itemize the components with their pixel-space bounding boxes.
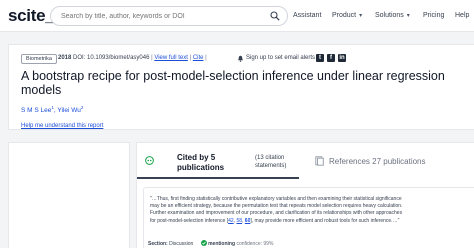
article-doi: DOI: 10.1093/biomet/asy046	[73, 55, 150, 61]
chevron-down-icon: ▾	[406, 13, 410, 19]
linkedin-icon[interactable]: in	[338, 54, 346, 62]
confidence-score: confidence: 99%	[236, 241, 274, 247]
search-input[interactable]	[50, 6, 288, 26]
quote-icon	[145, 156, 154, 165]
tab-cited-by[interactable]: Cited by 5 publications (13 citation sta…	[137, 143, 299, 179]
nav-solutions[interactable]: Solutions ▾	[375, 12, 410, 19]
reference-link[interactable]: 42	[228, 218, 234, 224]
facebook-icon[interactable]: f	[327, 54, 335, 62]
tab-references[interactable]: References 27 publications	[309, 143, 474, 179]
citations-panel: Cited by 5 publications (13 citation sta…	[136, 142, 474, 248]
meta-separator: |	[205, 55, 207, 61]
references-label: References 27 publications	[329, 157, 426, 166]
meta-separator: |	[189, 55, 192, 61]
publication-year: 2018	[58, 55, 72, 61]
snippet-text-end: , may provide more efficient and robust …	[251, 217, 400, 224]
section-value: Discussion	[169, 241, 194, 247]
citation-footer: Section: Discussion mentioning confidenc…	[148, 240, 273, 247]
citation-type: mentioning	[208, 241, 236, 247]
top-navigation-bar: scite_ Assistant Product▾ Solutions▾ Pri…	[0, 0, 474, 32]
nav-product[interactable]: Product ▾	[332, 12, 362, 19]
author-affiliation-number: 2	[80, 105, 84, 110]
twitter-icon[interactable]: t	[316, 54, 324, 62]
author-name[interactable]: Yilei Wu	[57, 107, 80, 114]
journal-badge[interactable]: Biometrika	[21, 54, 57, 64]
help-understand-report-link[interactable]: Help me understand this report	[21, 123, 103, 129]
reference-link[interactable]: 60	[245, 218, 251, 224]
nav-assistant[interactable]: Assistant	[293, 12, 321, 19]
nav-solutions-label: Solutions	[375, 12, 404, 19]
nav-pricing[interactable]: Pricing	[423, 12, 444, 19]
nav-product-label: Product	[332, 12, 357, 19]
author-name[interactable]: S M S Lee	[21, 107, 51, 114]
document-icon	[315, 156, 324, 166]
cite-link[interactable]: Cite	[193, 55, 204, 61]
citation-statement-card: "…Thus, first finding statistically cont…	[143, 187, 474, 248]
article-meta: 2018 DOI: 10.1093/biomet/asy046 | View f…	[58, 55, 207, 61]
author-list: S M S Lee1, Yilei Wu2	[21, 105, 83, 114]
check-icon	[200, 240, 207, 246]
cited-by-label: Cited by 5 publications	[177, 153, 225, 172]
scite-logo[interactable]: scite_	[8, 6, 55, 26]
article-title: A bootstrap recipe for post-model-select…	[21, 69, 445, 97]
citation-snippet: "…Thus, first finding statistically cont…	[150, 196, 403, 224]
filter-sidebar	[8, 142, 130, 248]
email-alert-link[interactable]: Sign up to set email alerts	[246, 55, 315, 61]
nav-help[interactable]: Help	[455, 12, 469, 19]
section-label: Section:	[148, 241, 168, 247]
article-card: Biometrika 2018 DOI: 10.1093/biomet/asy0…	[8, 44, 474, 130]
search-icon[interactable]	[270, 11, 280, 21]
meta-separator: |	[151, 55, 153, 61]
view-full-text-link[interactable]: View full text	[154, 55, 188, 61]
citation-statements-count: (13 citation statements)	[255, 155, 287, 169]
chevron-down-icon: ▾	[359, 13, 363, 19]
reference-link[interactable]: 58	[236, 218, 242, 224]
bell-icon[interactable]	[237, 55, 244, 62]
